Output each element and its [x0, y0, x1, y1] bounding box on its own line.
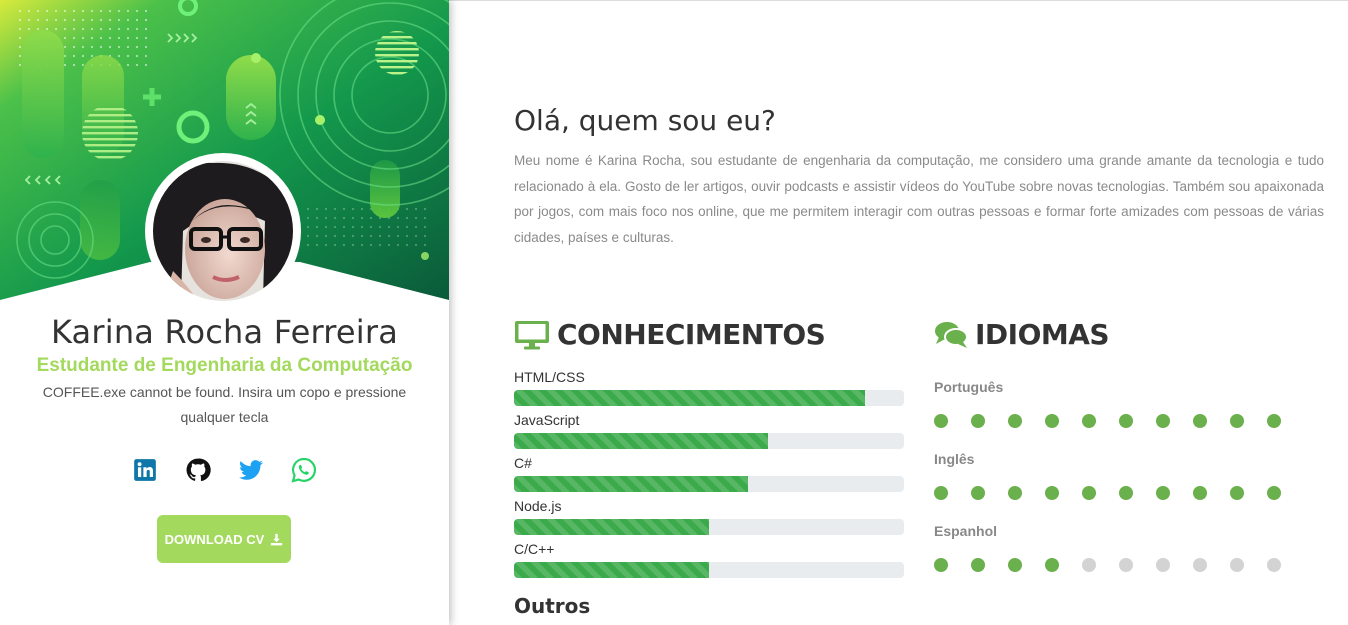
- level-dot-filled: [1045, 414, 1059, 428]
- skill-label: C#: [514, 455, 532, 471]
- level-dot-empty: [1267, 558, 1281, 572]
- language-level: [934, 486, 1294, 500]
- languages-title: IDIOMAS: [934, 318, 1110, 351]
- level-dot-filled: [971, 558, 985, 572]
- level-dot-filled: [971, 414, 985, 428]
- skill-label: JavaScript: [514, 412, 580, 428]
- skills-title-label: CONHECIMENTOS: [557, 318, 826, 351]
- skill-bar: [514, 519, 904, 535]
- level-dot-filled: [1119, 414, 1133, 428]
- level-dot-filled: [1267, 414, 1281, 428]
- level-dot-filled: [1193, 414, 1207, 428]
- chat-bubbles-icon: [935, 321, 968, 348]
- skill-label: Node.js: [514, 498, 562, 514]
- profile-quote: COFFEE.exe cannot be found. Insira um co…: [42, 384, 407, 425]
- languages-title-label: IDIOMAS: [975, 318, 1110, 351]
- level-dot-filled: [1230, 486, 1244, 500]
- other-skills-title: Outros: [514, 594, 591, 618]
- level-dot-filled: [1008, 558, 1022, 572]
- level-dot-empty: [1193, 558, 1207, 572]
- language-level: [934, 558, 1294, 572]
- level-dot-filled: [934, 414, 948, 428]
- level-dot-filled: [1156, 486, 1170, 500]
- level-dot-empty: [1230, 558, 1244, 572]
- skill-bar: [514, 476, 904, 492]
- skill-bar: [514, 433, 904, 449]
- profile-role: Estudante de Engenharia da Computação: [36, 355, 413, 376]
- level-dot-empty: [1119, 558, 1133, 572]
- level-dot-filled: [1045, 486, 1059, 500]
- download-cv-label: DOWNLOAD CV: [164, 531, 265, 547]
- level-dot-filled: [1193, 486, 1207, 500]
- level-dot-filled: [934, 558, 948, 572]
- about-text: Meu nome é Karina Rocha, sou estudante d…: [514, 153, 1324, 245]
- whatsapp-icon[interactable]: [291, 457, 317, 483]
- skill-bar: [514, 390, 904, 406]
- level-dot-filled: [1082, 486, 1096, 500]
- skill-bar-fill: [514, 562, 709, 578]
- level-dot-filled: [1119, 486, 1133, 500]
- avatar: [145, 153, 301, 309]
- level-dot-filled: [1008, 414, 1022, 428]
- level-dot-filled: [1230, 414, 1244, 428]
- level-dot-filled: [1267, 486, 1281, 500]
- level-dot-filled: [1045, 558, 1059, 572]
- skill-bar-fill: [514, 476, 748, 492]
- level-dot-filled: [934, 486, 948, 500]
- skill-label: HTML/CSS: [514, 369, 585, 385]
- skill-label: C/C++: [514, 541, 555, 557]
- profile-name: Karina Rocha Ferreira: [50, 313, 399, 351]
- about-title: Olá, quem sou eu?: [514, 104, 776, 137]
- level-dot-empty: [1082, 558, 1096, 572]
- profile-card: Karina Rocha Ferreira Estudante de Engen…: [0, 0, 449, 625]
- level-dot-empty: [1156, 558, 1170, 572]
- linkedin-icon[interactable]: [132, 457, 158, 483]
- monitor-icon: [515, 320, 549, 349]
- language-label: Português: [934, 379, 1004, 395]
- language-label: Espanhol: [934, 523, 998, 539]
- social-links: [0, 457, 449, 485]
- level-dot-filled: [1082, 414, 1096, 428]
- avatar-photo: [153, 161, 293, 301]
- language-level: [934, 414, 1294, 428]
- twitter-icon[interactable]: [238, 457, 264, 483]
- download-cv-button[interactable]: DOWNLOAD CV: [157, 515, 291, 563]
- top-divider: [449, 0, 1348, 1]
- download-icon: [271, 533, 283, 545]
- skill-bar-fill: [514, 390, 865, 406]
- skill-bar-fill: [514, 433, 768, 449]
- skill-bar: [514, 562, 904, 578]
- skill-bar-fill: [514, 519, 709, 535]
- level-dot-filled: [1156, 414, 1170, 428]
- github-icon[interactable]: [185, 457, 211, 483]
- level-dot-filled: [971, 486, 985, 500]
- skills-title: CONHECIMENTOS: [514, 318, 826, 351]
- level-dot-filled: [1008, 486, 1022, 500]
- language-label: Inglês: [934, 451, 975, 467]
